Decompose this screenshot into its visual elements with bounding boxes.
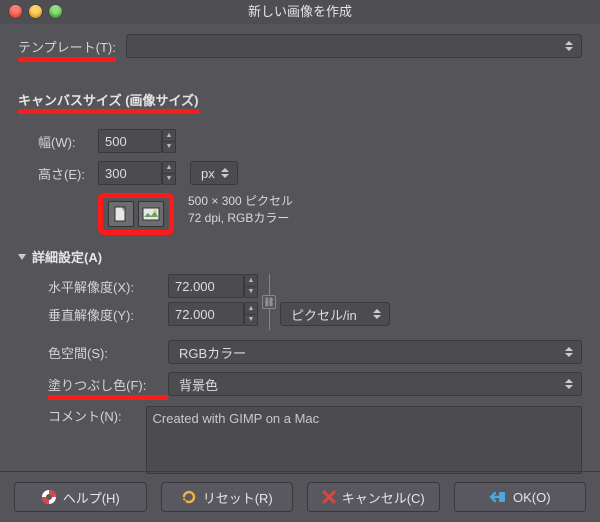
resolution-unit-value: ピクセル/in xyxy=(291,305,357,324)
stepper-up-icon: ▲ xyxy=(245,303,257,314)
cancel-icon xyxy=(322,490,336,504)
lifebuoy-icon xyxy=(41,489,57,505)
height-label: 高さ(E): xyxy=(38,164,98,183)
dropdown-caret-icon xyxy=(561,35,577,57)
colorspace-select[interactable]: RGBカラー xyxy=(168,340,582,364)
height-input[interactable] xyxy=(98,161,162,185)
resolution-unit-select[interactable]: ピクセル/in xyxy=(280,302,390,326)
canvas-info-dimensions: 500 × 300 ピクセル xyxy=(188,193,293,210)
orientation-portrait-button[interactable] xyxy=(108,201,134,227)
minimize-window-icon[interactable] xyxy=(29,5,42,18)
fill-label: 塗りつぶし色(F): xyxy=(48,375,168,394)
yres-input[interactable] xyxy=(168,302,244,326)
orientation-group-highlight xyxy=(98,193,174,235)
fill-select[interactable]: 背景色 xyxy=(168,372,582,396)
template-label: テンプレート(T): xyxy=(18,37,116,56)
dialog-footer: ヘルプ(H) リセット(R) キャンセル(C) OK(O) xyxy=(0,471,600,522)
reset-icon xyxy=(181,489,197,505)
stepper-up-icon: ▲ xyxy=(163,162,175,173)
yres-label: 垂直解像度(Y): xyxy=(48,305,168,324)
xres-stepper[interactable]: ▲▼ xyxy=(244,274,258,298)
comment-textarea[interactable] xyxy=(146,406,583,474)
template-select[interactable] xyxy=(126,34,582,58)
width-stepper[interactable]: ▲▼ xyxy=(162,129,176,153)
ok-icon xyxy=(489,490,507,504)
canvas-info-dpi-mode: 72 dpi, RGBカラー xyxy=(188,210,293,227)
dropdown-caret-icon xyxy=(561,373,577,395)
dropdown-caret-icon xyxy=(217,162,233,184)
orientation-landscape-button[interactable] xyxy=(138,201,164,227)
stepper-up-icon: ▲ xyxy=(163,130,175,141)
cancel-button-label: キャンセル(C) xyxy=(342,488,425,507)
close-window-icon[interactable] xyxy=(9,5,22,18)
height-stepper[interactable]: ▲▼ xyxy=(162,161,176,185)
unit-value: px xyxy=(201,166,215,181)
stepper-down-icon: ▼ xyxy=(245,286,257,298)
comment-label: コメント(N): xyxy=(48,406,146,425)
colorspace-value: RGBカラー xyxy=(179,343,246,362)
help-button-label: ヘルプ(H) xyxy=(63,488,120,507)
reset-button-label: リセット(R) xyxy=(203,488,273,507)
stepper-up-icon: ▲ xyxy=(245,275,257,286)
reset-button[interactable]: リセット(R) xyxy=(161,482,294,512)
window-controls xyxy=(9,5,62,18)
width-input[interactable] xyxy=(98,129,162,153)
fill-value: 背景色 xyxy=(179,375,218,394)
ok-button[interactable]: OK(O) xyxy=(454,482,587,512)
disclosure-icon xyxy=(18,254,26,260)
resolution-link-toggle[interactable]: ⛓ xyxy=(264,274,274,330)
chain-link-icon: ⛓ xyxy=(262,295,276,309)
colorspace-label: 色空間(S): xyxy=(48,343,168,362)
dropdown-caret-icon xyxy=(561,341,577,363)
advanced-heading[interactable]: 詳細設定(A) xyxy=(18,247,582,266)
yres-stepper[interactable]: ▲▼ xyxy=(244,302,258,326)
unit-select[interactable]: px xyxy=(190,161,238,185)
xres-label: 水平解像度(X): xyxy=(48,277,168,296)
titlebar: 新しい画像を作成 xyxy=(0,0,600,24)
advanced-heading-label: 詳細設定(A) xyxy=(32,247,102,266)
canvas-size-heading: キャンバスサイズ (画像サイズ) xyxy=(18,93,199,108)
ok-button-label: OK(O) xyxy=(513,490,551,505)
xres-input[interactable] xyxy=(168,274,244,298)
zoom-window-icon[interactable] xyxy=(49,5,62,18)
stepper-down-icon: ▼ xyxy=(163,141,175,153)
window-title: 新しい画像を作成 xyxy=(248,4,352,19)
cancel-button[interactable]: キャンセル(C) xyxy=(307,482,440,512)
dropdown-caret-icon xyxy=(369,303,385,325)
stepper-down-icon: ▼ xyxy=(163,173,175,185)
help-button[interactable]: ヘルプ(H) xyxy=(14,482,147,512)
stepper-down-icon: ▼ xyxy=(245,314,257,326)
width-label: 幅(W): xyxy=(38,132,98,151)
